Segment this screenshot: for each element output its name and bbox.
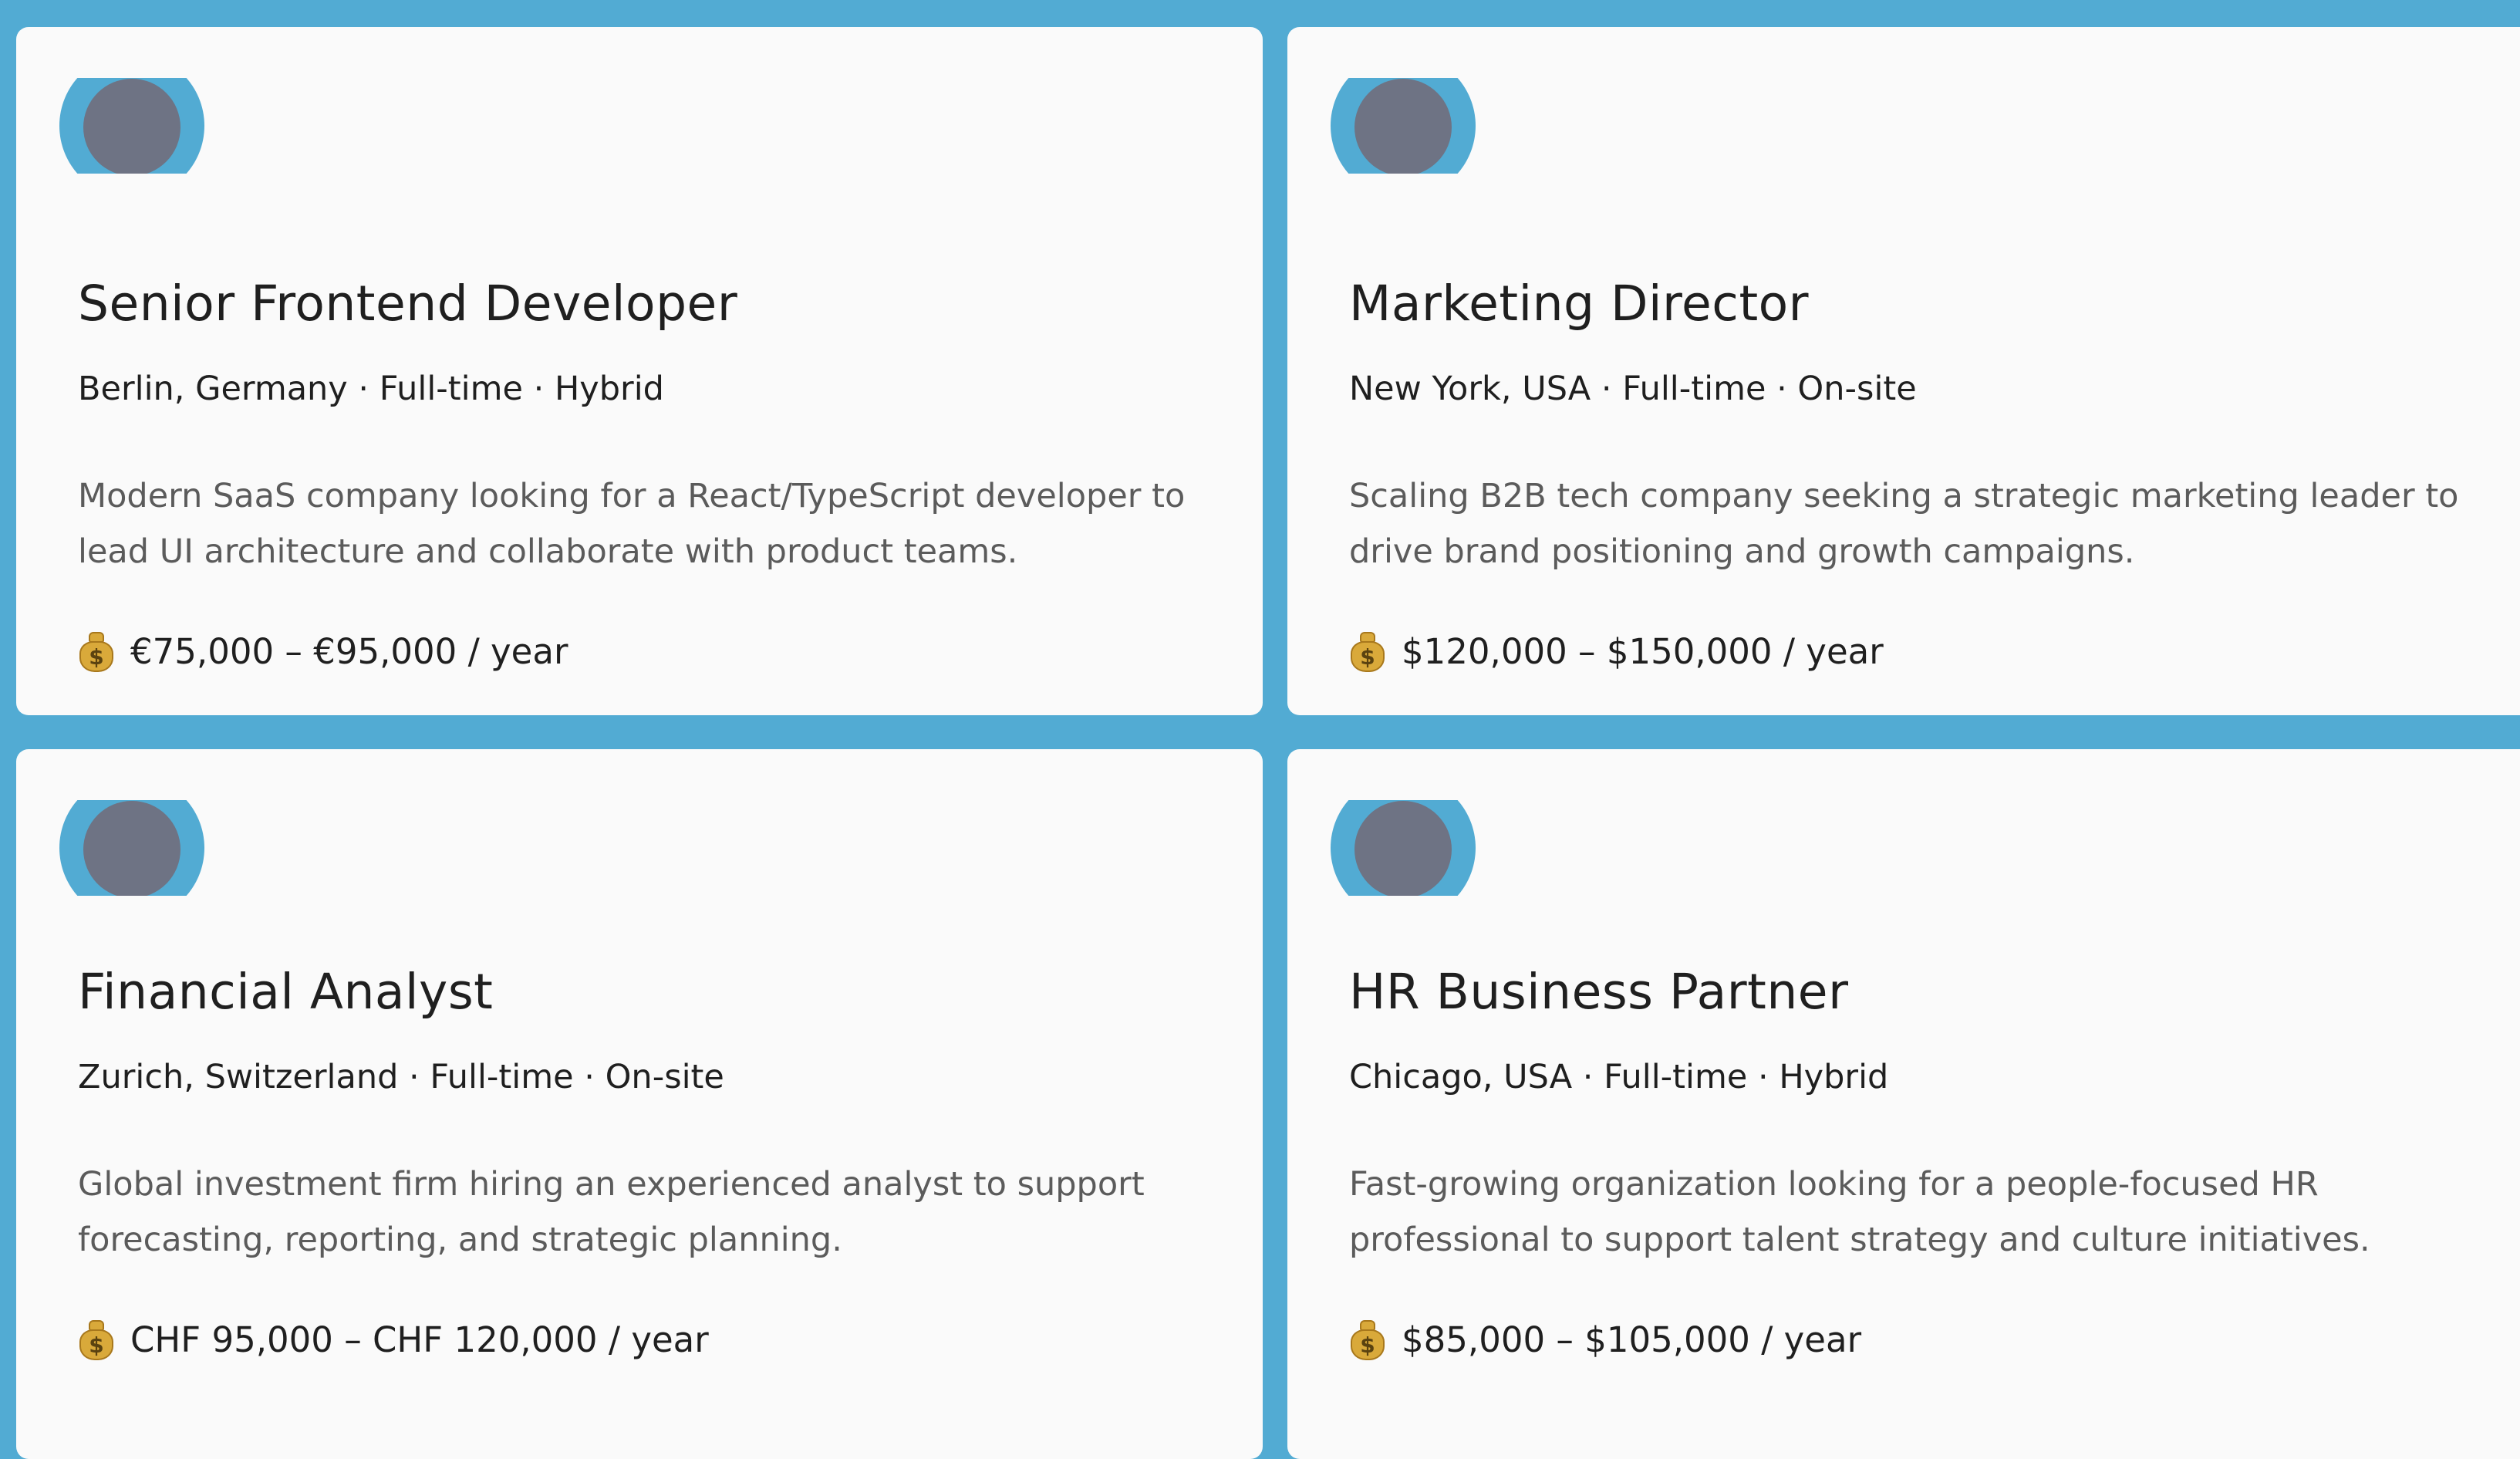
job-title[interactable]: Senior Frontend Developer [78,275,737,332]
job-title[interactable]: Marketing Director [1349,275,1809,332]
job-salary: $ CHF 95,000 – CHF 120,000 / year [78,1319,709,1360]
job-salary: $ €75,000 – €95,000 / year [78,630,568,672]
job-card[interactable]: Financial Analyst Zurich, Switzerland · … [16,749,1263,1459]
money-bag-icon: $ [78,1319,115,1360]
job-description: Fast-growing organization looking for a … [1349,1165,2370,1259]
job-description: Modern SaaS company looking for a React/… [78,477,1186,571]
salary-text: $120,000 – $150,000 / year [1402,630,1884,672]
money-bag-icon: $ [1349,1319,1386,1360]
job-meta: Zurich, Switzerland · Full-time · On-sit… [78,1058,724,1096]
money-bag-icon: $ [1349,630,1386,672]
job-meta: Berlin, Germany · Full-time · Hybrid [78,370,664,408]
job-salary: $ $85,000 – $105,000 / year [1349,1319,1861,1360]
salary-text: $85,000 – $105,000 / year [1402,1319,1862,1360]
job-title[interactable]: Financial Analyst [78,964,493,1020]
company-logo-icon [59,800,204,896]
salary-text: CHF 95,000 – CHF 120,000 / year [130,1319,709,1360]
job-meta: New York, USA · Full-time · On-site [1349,370,1917,408]
job-description: Scaling B2B tech company seeking a strat… [1349,477,2459,571]
job-meta: Chicago, USA · Full-time · Hybrid [1349,1058,1889,1096]
job-card[interactable]: Senior Frontend Developer Berlin, German… [16,27,1263,715]
salary-text: €75,000 – €95,000 / year [130,630,568,672]
company-logo-icon [1331,78,1476,174]
company-logo-icon [1331,800,1476,896]
job-title[interactable]: HR Business Partner [1349,964,1848,1020]
job-card[interactable]: Marketing Director New York, USA · Full-… [1287,27,2520,715]
job-card[interactable]: HR Business Partner Chicago, USA · Full-… [1287,749,2520,1459]
job-salary: $ $120,000 – $150,000 / year [1349,630,1884,672]
money-bag-icon: $ [78,630,115,672]
job-description: Global investment firm hiring an experie… [78,1165,1145,1259]
company-logo-icon [59,78,204,174]
